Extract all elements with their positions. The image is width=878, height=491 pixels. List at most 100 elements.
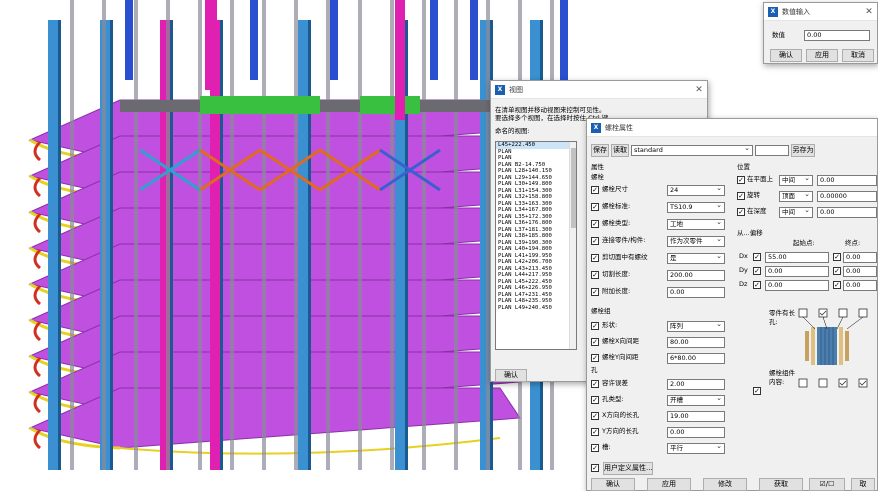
offset-axis-label: Dz bbox=[739, 280, 748, 288]
position-select[interactable]: 中间 bbox=[779, 175, 813, 186]
field-input[interactable]: 0.00 bbox=[667, 427, 725, 438]
field-select[interactable]: 作为次零件 bbox=[667, 236, 725, 247]
field-select[interactable]: 阵列 bbox=[667, 321, 725, 332]
views-confirm-button[interactable]: 确认 bbox=[495, 369, 527, 382]
field-select[interactable]: TS10.9 bbox=[667, 202, 725, 213]
cad-workspace: X 数值输入 ✕ 数值 0.00 确认 应用 取消 X 视图 ✕ 在清单视图并移… bbox=[0, 0, 878, 491]
field-select[interactable]: 开槽 bbox=[667, 395, 725, 406]
field-checkbox[interactable]: ✓ bbox=[591, 396, 599, 404]
position-select[interactable]: 顶面 bbox=[779, 191, 813, 202]
field-checkbox[interactable]: ✓ bbox=[591, 237, 599, 245]
field-input[interactable]: 200.00 bbox=[667, 270, 725, 281]
offset-start-checkbox[interactable]: ✓ bbox=[753, 267, 761, 275]
field-input[interactable]: 19.00 bbox=[667, 411, 725, 422]
offset-section-label: 从...偏移 bbox=[737, 229, 763, 237]
close-icon[interactable]: ✕ bbox=[861, 7, 877, 17]
position-value-input[interactable]: 0.00 bbox=[817, 175, 877, 186]
field-select[interactable]: 工地 bbox=[667, 219, 725, 230]
offset-start-checkbox[interactable]: ✓ bbox=[753, 281, 761, 289]
field-checkbox[interactable]: ✓ bbox=[591, 354, 599, 362]
named-views-list[interactable]: L45+222.450 PLAN PLAN PLAN B2-14.750 PLAN L2… bbox=[495, 141, 577, 350]
offset-start-input[interactable]: 0.00 bbox=[765, 280, 829, 291]
field-input[interactable]: 0.00 bbox=[667, 287, 725, 298]
field-label: 连接零件/构件: bbox=[602, 236, 646, 244]
field-checkbox[interactable]: ✓ bbox=[591, 412, 599, 420]
position-select[interactable]: 中间 bbox=[779, 207, 813, 218]
position-value-input[interactable]: 0.00 bbox=[817, 207, 877, 218]
field-label: 切割长度: bbox=[602, 270, 631, 278]
offset-start-input[interactable]: 55.00 bbox=[765, 252, 829, 263]
offset-end-input[interactable]: 0.00 bbox=[843, 280, 877, 291]
views-list-scrollbar[interactable] bbox=[569, 142, 576, 349]
save-as-field[interactable] bbox=[755, 145, 789, 156]
user-attributes-button[interactable]: 用户定义属性... bbox=[603, 462, 653, 475]
field-checkbox[interactable]: ✓ bbox=[591, 271, 599, 279]
field-checkbox[interactable]: ✓ bbox=[591, 444, 599, 452]
offset-end-input[interactable]: 0.00 bbox=[843, 266, 877, 277]
field-checkbox[interactable]: ✓ bbox=[591, 254, 599, 262]
position-checkbox[interactable]: ✓ bbox=[737, 192, 745, 200]
save-button[interactable]: 保存 bbox=[591, 144, 609, 157]
offset-start-input[interactable]: 0.00 bbox=[765, 266, 829, 277]
user-attr-checkbox[interactable]: ✓ bbox=[591, 464, 599, 472]
position-checkbox[interactable]: ✓ bbox=[737, 176, 745, 184]
bolt-assembly-diagram bbox=[798, 308, 868, 388]
position-label: 在深度 bbox=[747, 207, 767, 215]
close-icon[interactable]: ✕ bbox=[691, 85, 707, 95]
app-logo-icon: X bbox=[495, 84, 505, 95]
views-title: 视图 bbox=[509, 85, 523, 94]
save-as-button[interactable]: 另存为 bbox=[791, 144, 815, 157]
position-value-input[interactable]: 0.00000 bbox=[817, 191, 877, 202]
offset-end-checkbox[interactable]: ✓ bbox=[833, 281, 841, 289]
preset-select[interactable]: standard bbox=[631, 145, 753, 156]
field-label: 螺栓尺寸 bbox=[602, 185, 628, 193]
field-select[interactable]: 是 bbox=[667, 253, 725, 264]
field-input[interactable]: 80.00 bbox=[667, 337, 725, 348]
position-label: 在平面上 bbox=[747, 175, 773, 183]
field-checkbox[interactable]: ✓ bbox=[591, 186, 599, 194]
bolt-section-label: 螺栓 bbox=[591, 173, 604, 181]
position-label: 旋转 bbox=[747, 191, 760, 199]
bolt-cancel-button[interactable]: 取 bbox=[851, 478, 875, 491]
numeric-input-title: 数值输入 bbox=[782, 7, 810, 16]
field-label: 附加长度: bbox=[602, 287, 631, 295]
field-select[interactable]: 24 bbox=[667, 185, 725, 196]
field-checkbox[interactable]: ✓ bbox=[591, 203, 599, 211]
offset-end-input[interactable]: 0.00 bbox=[843, 252, 877, 263]
field-checkbox[interactable]: ✓ bbox=[591, 220, 599, 228]
numeric-field-input[interactable]: 0.00 bbox=[804, 30, 870, 41]
field-label: 形状: bbox=[602, 321, 618, 329]
offset-axis-label: Dy bbox=[739, 266, 748, 274]
numeric-input-titlebar: X 数值输入 ✕ bbox=[764, 3, 877, 21]
offset-end-checkbox[interactable]: ✓ bbox=[833, 253, 841, 261]
offset-start-checkbox[interactable]: ✓ bbox=[753, 253, 761, 261]
list-item[interactable]: PLAN L49+240.450 bbox=[496, 305, 576, 312]
position-checkbox[interactable]: ✓ bbox=[737, 208, 745, 216]
field-checkbox[interactable]: ✓ bbox=[591, 322, 599, 330]
bolt-modify-button[interactable]: 修改 bbox=[703, 478, 747, 491]
scrollbar-thumb[interactable] bbox=[571, 148, 576, 228]
load-button[interactable]: 读取 bbox=[611, 144, 629, 157]
field-checkbox[interactable]: ✓ bbox=[591, 428, 599, 436]
field-checkbox[interactable]: ✓ bbox=[591, 288, 599, 296]
offset-end-checkbox[interactable]: ✓ bbox=[833, 267, 841, 275]
assembly-master-checkbox[interactable]: ✓ bbox=[753, 387, 761, 395]
field-checkbox[interactable]: ✓ bbox=[591, 338, 599, 346]
numeric-apply-button[interactable]: 应用 bbox=[806, 49, 838, 62]
bolt-group-section-label: 螺栓组 bbox=[591, 307, 611, 315]
field-input[interactable]: 6*80.00 bbox=[667, 353, 725, 364]
bolt-confirm-button[interactable]: 确认 bbox=[591, 478, 635, 491]
field-select[interactable]: 平行 bbox=[667, 443, 725, 454]
app-logo-icon: X bbox=[591, 122, 601, 133]
numeric-cancel-button[interactable]: 取消 bbox=[842, 49, 874, 62]
views-titlebar: X 视图 ✕ bbox=[491, 81, 707, 99]
bolt-get-button[interactable]: 获取 bbox=[759, 478, 803, 491]
hole-section-label: 孔 bbox=[591, 366, 598, 374]
bolt-apply-button[interactable]: 应用 bbox=[647, 478, 691, 491]
bolt-toggle-button[interactable]: ☑/☐ bbox=[809, 478, 845, 491]
field-input[interactable]: 2.00 bbox=[667, 379, 725, 390]
app-logo-icon: X bbox=[768, 6, 778, 17]
numeric-confirm-button[interactable]: 确认 bbox=[770, 49, 802, 62]
field-checkbox[interactable]: ✓ bbox=[591, 380, 599, 388]
numeric-field-label: 数值 bbox=[772, 31, 785, 39]
